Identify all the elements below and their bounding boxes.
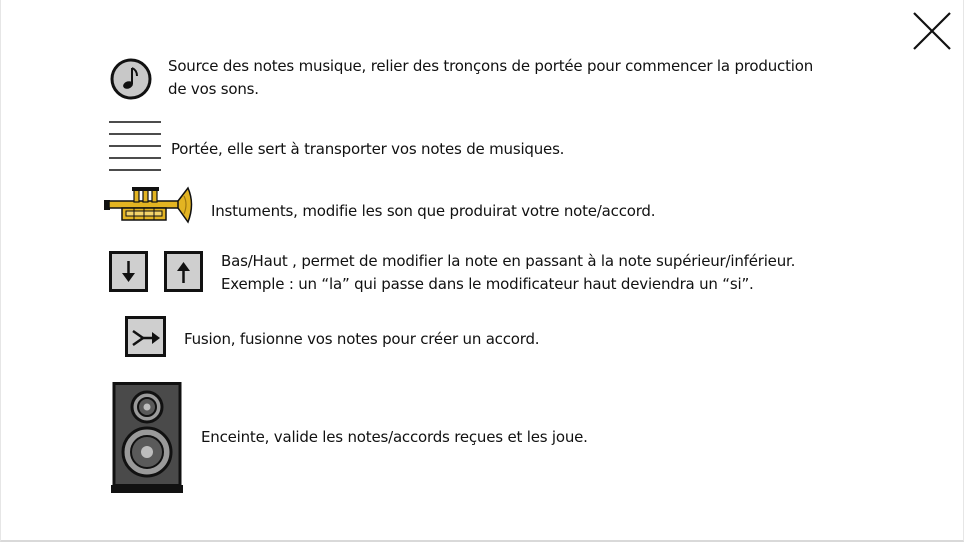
fusion-merge-icon (125, 316, 166, 357)
help-item-staff-text: Portée, elle sert à transporter vos note… (171, 140, 565, 158)
help-item-down-up-text-line1: Bas/Haut , permet de modifier la note en… (221, 252, 796, 270)
help-panel: Source des notes musique, relier des tro… (0, 0, 964, 542)
help-item-fusion-text: Fusion, fusionne vos notes pour créer un… (184, 330, 540, 348)
trumpet-icon (104, 186, 193, 224)
staff-lines-icon (109, 121, 161, 171)
help-item-speaker-text: Enceinte, valide les notes/accords reçue… (201, 428, 588, 446)
help-item-source-text-line1: Source des notes musique, relier des tro… (168, 57, 814, 75)
music-note-source-icon (110, 58, 152, 100)
help-item-instrument-text: Instuments, modifie les son que produira… (211, 202, 656, 220)
arrow-down-up-icon (109, 251, 203, 292)
close-icon (913, 12, 951, 50)
help-item-down-up-text-line2: Exemple : un “la” qui passe dans le modi… (221, 275, 754, 293)
speaker-icon (111, 382, 183, 493)
help-item-source-text-line2: de vos sons. (168, 80, 259, 98)
close-button[interactable] (911, 10, 953, 52)
